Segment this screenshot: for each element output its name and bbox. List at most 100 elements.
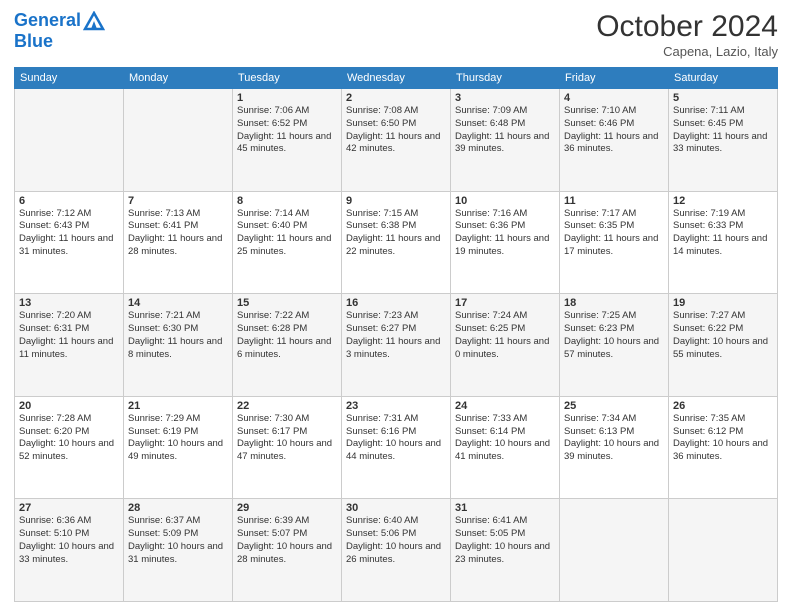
day-info: Sunrise: 7:13 AMSunset: 6:41 PMDaylight:… bbox=[128, 208, 228, 259]
calendar-week-row: 27Sunrise: 6:36 AMSunset: 5:10 PMDayligh… bbox=[15, 499, 778, 602]
day-number: 1 bbox=[237, 92, 337, 104]
day-info: Sunrise: 6:39 AMSunset: 5:07 PMDaylight:… bbox=[237, 515, 337, 566]
calendar-cell: 22Sunrise: 7:30 AMSunset: 6:17 PMDayligh… bbox=[233, 396, 342, 499]
logo-line2: Blue bbox=[14, 31, 105, 52]
header-wednesday: Wednesday bbox=[342, 68, 451, 89]
header-monday: Monday bbox=[124, 68, 233, 89]
calendar-week-row: 6Sunrise: 7:12 AMSunset: 6:43 PMDaylight… bbox=[15, 191, 778, 294]
day-info: Sunrise: 7:17 AMSunset: 6:35 PMDaylight:… bbox=[564, 208, 664, 259]
day-number: 24 bbox=[455, 400, 555, 412]
header-friday: Friday bbox=[560, 68, 669, 89]
day-info: Sunrise: 7:27 AMSunset: 6:22 PMDaylight:… bbox=[673, 310, 773, 361]
header-saturday: Saturday bbox=[669, 68, 778, 89]
calendar-cell: 15Sunrise: 7:22 AMSunset: 6:28 PMDayligh… bbox=[233, 294, 342, 397]
day-info: Sunrise: 7:29 AMSunset: 6:19 PMDaylight:… bbox=[128, 413, 228, 464]
calendar-cell: 16Sunrise: 7:23 AMSunset: 6:27 PMDayligh… bbox=[342, 294, 451, 397]
day-info: Sunrise: 7:06 AMSunset: 6:52 PMDaylight:… bbox=[237, 105, 337, 156]
day-number: 15 bbox=[237, 297, 337, 309]
day-number: 2 bbox=[346, 92, 446, 104]
day-info: Sunrise: 7:35 AMSunset: 6:12 PMDaylight:… bbox=[673, 413, 773, 464]
day-info: Sunrise: 7:14 AMSunset: 6:40 PMDaylight:… bbox=[237, 208, 337, 259]
calendar-cell: 13Sunrise: 7:20 AMSunset: 6:31 PMDayligh… bbox=[15, 294, 124, 397]
calendar-cell: 5Sunrise: 7:11 AMSunset: 6:45 PMDaylight… bbox=[669, 89, 778, 192]
calendar-cell bbox=[560, 499, 669, 602]
day-info: Sunrise: 7:31 AMSunset: 6:16 PMDaylight:… bbox=[346, 413, 446, 464]
day-info: Sunrise: 7:16 AMSunset: 6:36 PMDaylight:… bbox=[455, 208, 555, 259]
calendar-cell: 25Sunrise: 7:34 AMSunset: 6:13 PMDayligh… bbox=[560, 396, 669, 499]
day-info: Sunrise: 7:20 AMSunset: 6:31 PMDaylight:… bbox=[19, 310, 119, 361]
day-number: 28 bbox=[128, 502, 228, 514]
header-tuesday: Tuesday bbox=[233, 68, 342, 89]
day-info: Sunrise: 7:33 AMSunset: 6:14 PMDaylight:… bbox=[455, 413, 555, 464]
day-info: Sunrise: 7:11 AMSunset: 6:45 PMDaylight:… bbox=[673, 105, 773, 156]
day-number: 26 bbox=[673, 400, 773, 412]
calendar-cell: 27Sunrise: 6:36 AMSunset: 5:10 PMDayligh… bbox=[15, 499, 124, 602]
title-block: October 2024 Capena, Lazio, Italy bbox=[596, 10, 778, 59]
calendar-cell: 10Sunrise: 7:16 AMSunset: 6:36 PMDayligh… bbox=[451, 191, 560, 294]
day-number: 18 bbox=[564, 297, 664, 309]
calendar-cell: 7Sunrise: 7:13 AMSunset: 6:41 PMDaylight… bbox=[124, 191, 233, 294]
day-number: 6 bbox=[19, 195, 119, 207]
calendar-cell: 24Sunrise: 7:33 AMSunset: 6:14 PMDayligh… bbox=[451, 396, 560, 499]
logo: General Blue bbox=[14, 10, 105, 52]
calendar-week-row: 1Sunrise: 7:06 AMSunset: 6:52 PMDaylight… bbox=[15, 89, 778, 192]
day-info: Sunrise: 7:24 AMSunset: 6:25 PMDaylight:… bbox=[455, 310, 555, 361]
calendar-cell: 9Sunrise: 7:15 AMSunset: 6:38 PMDaylight… bbox=[342, 191, 451, 294]
calendar-cell: 28Sunrise: 6:37 AMSunset: 5:09 PMDayligh… bbox=[124, 499, 233, 602]
calendar-cell bbox=[15, 89, 124, 192]
calendar-cell: 8Sunrise: 7:14 AMSunset: 6:40 PMDaylight… bbox=[233, 191, 342, 294]
day-info: Sunrise: 7:15 AMSunset: 6:38 PMDaylight:… bbox=[346, 208, 446, 259]
day-info: Sunrise: 7:22 AMSunset: 6:28 PMDaylight:… bbox=[237, 310, 337, 361]
day-number: 12 bbox=[673, 195, 773, 207]
day-info: Sunrise: 7:09 AMSunset: 6:48 PMDaylight:… bbox=[455, 105, 555, 156]
day-number: 21 bbox=[128, 400, 228, 412]
day-info: Sunrise: 7:25 AMSunset: 6:23 PMDaylight:… bbox=[564, 310, 664, 361]
day-number: 27 bbox=[19, 502, 119, 514]
weekday-header-row: Sunday Monday Tuesday Wednesday Thursday… bbox=[15, 68, 778, 89]
calendar-cell: 3Sunrise: 7:09 AMSunset: 6:48 PMDaylight… bbox=[451, 89, 560, 192]
calendar-cell: 18Sunrise: 7:25 AMSunset: 6:23 PMDayligh… bbox=[560, 294, 669, 397]
calendar-week-row: 13Sunrise: 7:20 AMSunset: 6:31 PMDayligh… bbox=[15, 294, 778, 397]
location-subtitle: Capena, Lazio, Italy bbox=[596, 44, 778, 59]
calendar-cell: 11Sunrise: 7:17 AMSunset: 6:35 PMDayligh… bbox=[560, 191, 669, 294]
day-info: Sunrise: 6:37 AMSunset: 5:09 PMDaylight:… bbox=[128, 515, 228, 566]
calendar-cell bbox=[124, 89, 233, 192]
logo-text: General bbox=[14, 10, 105, 31]
day-number: 23 bbox=[346, 400, 446, 412]
calendar-cell: 2Sunrise: 7:08 AMSunset: 6:50 PMDaylight… bbox=[342, 89, 451, 192]
calendar-cell: 30Sunrise: 6:40 AMSunset: 5:06 PMDayligh… bbox=[342, 499, 451, 602]
day-info: Sunrise: 6:41 AMSunset: 5:05 PMDaylight:… bbox=[455, 515, 555, 566]
calendar-cell: 31Sunrise: 6:41 AMSunset: 5:05 PMDayligh… bbox=[451, 499, 560, 602]
day-number: 13 bbox=[19, 297, 119, 309]
day-number: 9 bbox=[346, 195, 446, 207]
calendar-cell: 21Sunrise: 7:29 AMSunset: 6:19 PMDayligh… bbox=[124, 396, 233, 499]
calendar-cell: 12Sunrise: 7:19 AMSunset: 6:33 PMDayligh… bbox=[669, 191, 778, 294]
calendar-cell: 4Sunrise: 7:10 AMSunset: 6:46 PMDaylight… bbox=[560, 89, 669, 192]
calendar-table: Sunday Monday Tuesday Wednesday Thursday… bbox=[14, 67, 778, 602]
day-info: Sunrise: 7:23 AMSunset: 6:27 PMDaylight:… bbox=[346, 310, 446, 361]
day-number: 22 bbox=[237, 400, 337, 412]
day-info: Sunrise: 7:10 AMSunset: 6:46 PMDaylight:… bbox=[564, 105, 664, 156]
calendar-cell: 14Sunrise: 7:21 AMSunset: 6:30 PMDayligh… bbox=[124, 294, 233, 397]
logo-icon bbox=[83, 11, 105, 31]
day-number: 29 bbox=[237, 502, 337, 514]
day-info: Sunrise: 6:40 AMSunset: 5:06 PMDaylight:… bbox=[346, 515, 446, 566]
day-info: Sunrise: 7:28 AMSunset: 6:20 PMDaylight:… bbox=[19, 413, 119, 464]
calendar-cell: 6Sunrise: 7:12 AMSunset: 6:43 PMDaylight… bbox=[15, 191, 124, 294]
header-thursday: Thursday bbox=[451, 68, 560, 89]
day-info: Sunrise: 7:12 AMSunset: 6:43 PMDaylight:… bbox=[19, 208, 119, 259]
calendar-cell: 1Sunrise: 7:06 AMSunset: 6:52 PMDaylight… bbox=[233, 89, 342, 192]
day-number: 25 bbox=[564, 400, 664, 412]
day-number: 16 bbox=[346, 297, 446, 309]
day-number: 20 bbox=[19, 400, 119, 412]
day-info: Sunrise: 7:30 AMSunset: 6:17 PMDaylight:… bbox=[237, 413, 337, 464]
header: General Blue October 2024 Capena, Lazio,… bbox=[14, 10, 778, 59]
day-number: 11 bbox=[564, 195, 664, 207]
day-number: 5 bbox=[673, 92, 773, 104]
calendar-cell: 23Sunrise: 7:31 AMSunset: 6:16 PMDayligh… bbox=[342, 396, 451, 499]
day-number: 30 bbox=[346, 502, 446, 514]
day-info: Sunrise: 7:21 AMSunset: 6:30 PMDaylight:… bbox=[128, 310, 228, 361]
day-number: 8 bbox=[237, 195, 337, 207]
calendar-cell: 29Sunrise: 6:39 AMSunset: 5:07 PMDayligh… bbox=[233, 499, 342, 602]
day-info: Sunrise: 6:36 AMSunset: 5:10 PMDaylight:… bbox=[19, 515, 119, 566]
